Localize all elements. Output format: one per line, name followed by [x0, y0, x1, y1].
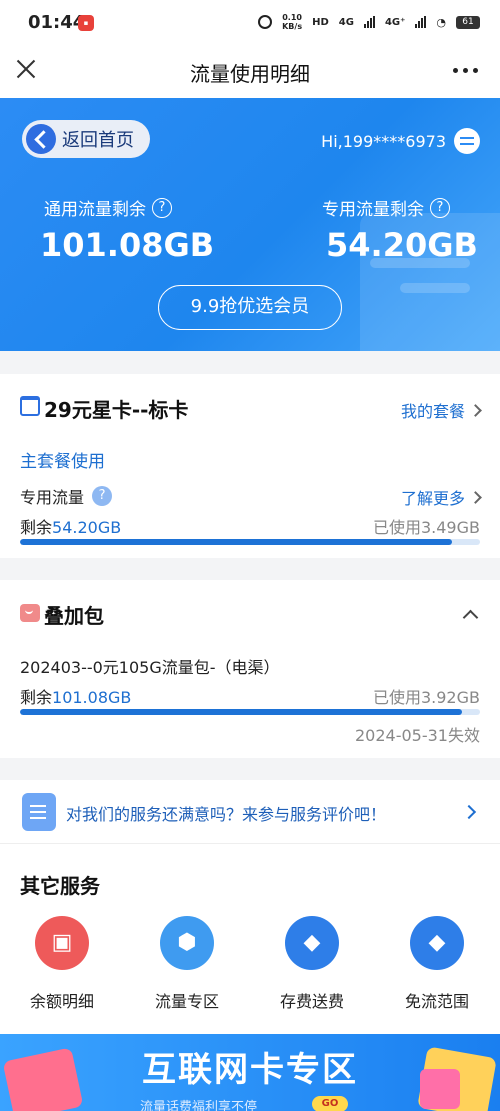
plan-card: 29元星卡--标卡 我的套餐 主套餐使用 专用流量 ? 了解更多 剩余54.20… [0, 374, 500, 558]
service-balance-detail[interactable]: ▣ 余额明细 [7, 916, 117, 1012]
go-button[interactable]: GO [312, 1096, 348, 1111]
tag-icon: ◆ [410, 916, 464, 970]
usage-hero: 返回首页 Hi,199****6973 通用流量剩余 ? 101.08GB 专用… [0, 98, 500, 351]
banner-subtitle: 流量话费福利享不停 [140, 1100, 258, 1111]
back-home-label: 返回首页 [62, 130, 134, 151]
addon-card: 叠加包 202403--0元105G流量包-（电渠） 剩余101.08GB 已使… [0, 580, 500, 758]
network-type-2: 4G⁺ [384, 16, 406, 28]
addon-progress-fill [20, 709, 462, 715]
banner-title: 互联网卡专区 [142, 1050, 358, 1090]
addon-used: 已使用3.92GB [372, 688, 480, 707]
chevron-right-icon [469, 403, 482, 417]
gift-box-icon [20, 604, 40, 622]
plan-name: 29元星卡--标卡 [44, 398, 189, 422]
help-icon[interactable]: ? [430, 197, 450, 218]
plan-progress-bar [20, 539, 480, 545]
plan-used: 已使用3.49GB [372, 518, 480, 537]
service-label: 免流范围 [404, 992, 469, 1011]
chevron-right-icon [469, 490, 482, 504]
status-icons: 0.10 KB/s HD 4G 4G⁺ ◔ 61 [258, 13, 480, 31]
my-plan-link[interactable]: 我的套餐 [401, 398, 482, 422]
addon-package-name: 202403--0元105G流量包-（电渠） [20, 658, 280, 677]
general-quota-value: 101.08GB [40, 226, 215, 264]
cube-icon: ⬢ [160, 916, 214, 970]
main-plan-usage-title: 主套餐使用 [20, 452, 105, 472]
page-title: 流量使用明细 [190, 62, 310, 86]
decor-line [400, 283, 470, 293]
services-title: 其它服务 [20, 874, 100, 898]
addon-remaining: 剩余101.08GB [20, 688, 132, 707]
service-data-zone[interactable]: ⬢ 流量专区 [132, 916, 242, 1012]
feedback-banner[interactable]: 对我们的服务还满意吗？来参与服务评价吧！ [0, 780, 500, 844]
alarm-icon [258, 15, 273, 29]
hd-voice-icon: HD [312, 16, 329, 28]
nav-bar: 流量使用明细 [0, 48, 500, 98]
addon-title: 叠加包 [44, 604, 104, 628]
feedback-text: 对我们的服务还满意吗？来参与服务评价吧！ [66, 805, 387, 824]
service-label: 流量专区 [154, 992, 219, 1011]
service-deposit-bonus[interactable]: ◆ 存费送费 [257, 916, 367, 1012]
help-icon[interactable]: ? [92, 486, 113, 506]
help-icon[interactable]: ? [152, 197, 172, 218]
back-home-button[interactable]: 返回首页 [22, 120, 150, 158]
battery-icon: 61 [456, 15, 480, 29]
signal-icon [363, 16, 375, 28]
addon-expiry: 2024-05-31失效 [355, 726, 480, 745]
plan-remaining: 剩余54.20GB [20, 518, 122, 537]
vip-membership-button[interactable]: 9.9抢优选会员 [158, 285, 342, 330]
status-bar: 01:44 ▪ 0.10 KB/s HD 4G 4G⁺ ◔ 61 [0, 0, 500, 48]
plan-progress-fill [20, 539, 453, 545]
wifi-icon: ◔ [436, 15, 446, 29]
user-account[interactable]: Hi,199****6973 [321, 128, 480, 154]
service-label: 余额明细 [29, 992, 94, 1011]
network-type-1: 4G [338, 16, 354, 28]
tag-icon: ◆ [285, 916, 339, 970]
network-speed: 0.10 KB/s [282, 13, 303, 31]
other-services: 其它服务 ▣ 余额明细 ⬢ 流量专区 ◆ 存费送费 ◆ 免流范围 [0, 844, 500, 1034]
shopping-bag-icon [20, 396, 40, 416]
special-quota-value: 54.20GB [326, 226, 478, 264]
general-quota-label: 通用流量剩余 ? [44, 195, 172, 220]
status-time: 01:44 [28, 12, 86, 33]
addon-progress-bar [20, 709, 480, 715]
special-quota-label: 专用流量剩余 ? [322, 195, 450, 220]
notification-app-icon: ▪ [78, 15, 94, 31]
switch-account-icon[interactable] [454, 128, 480, 154]
service-label: 存费送费 [279, 992, 344, 1011]
learn-more-link[interactable]: 了解更多 [401, 485, 482, 509]
promo-banner[interactable]: 互联网卡专区 流量话费福利享不停 GO [0, 1034, 500, 1111]
back-arrow-icon [26, 124, 56, 154]
survey-clipboard-icon [22, 793, 56, 831]
signal-icon-2 [415, 16, 427, 28]
special-data-label: 专用流量 ? [20, 484, 113, 508]
more-icon[interactable] [453, 68, 478, 73]
briefcase-icon: ▣ [35, 916, 89, 970]
chevron-up-icon[interactable] [462, 609, 479, 626]
user-phone: Hi,199****6973 [321, 131, 446, 151]
service-free-flow-scope[interactable]: ◆ 免流范围 [382, 916, 492, 1012]
chevron-right-icon [461, 804, 477, 820]
